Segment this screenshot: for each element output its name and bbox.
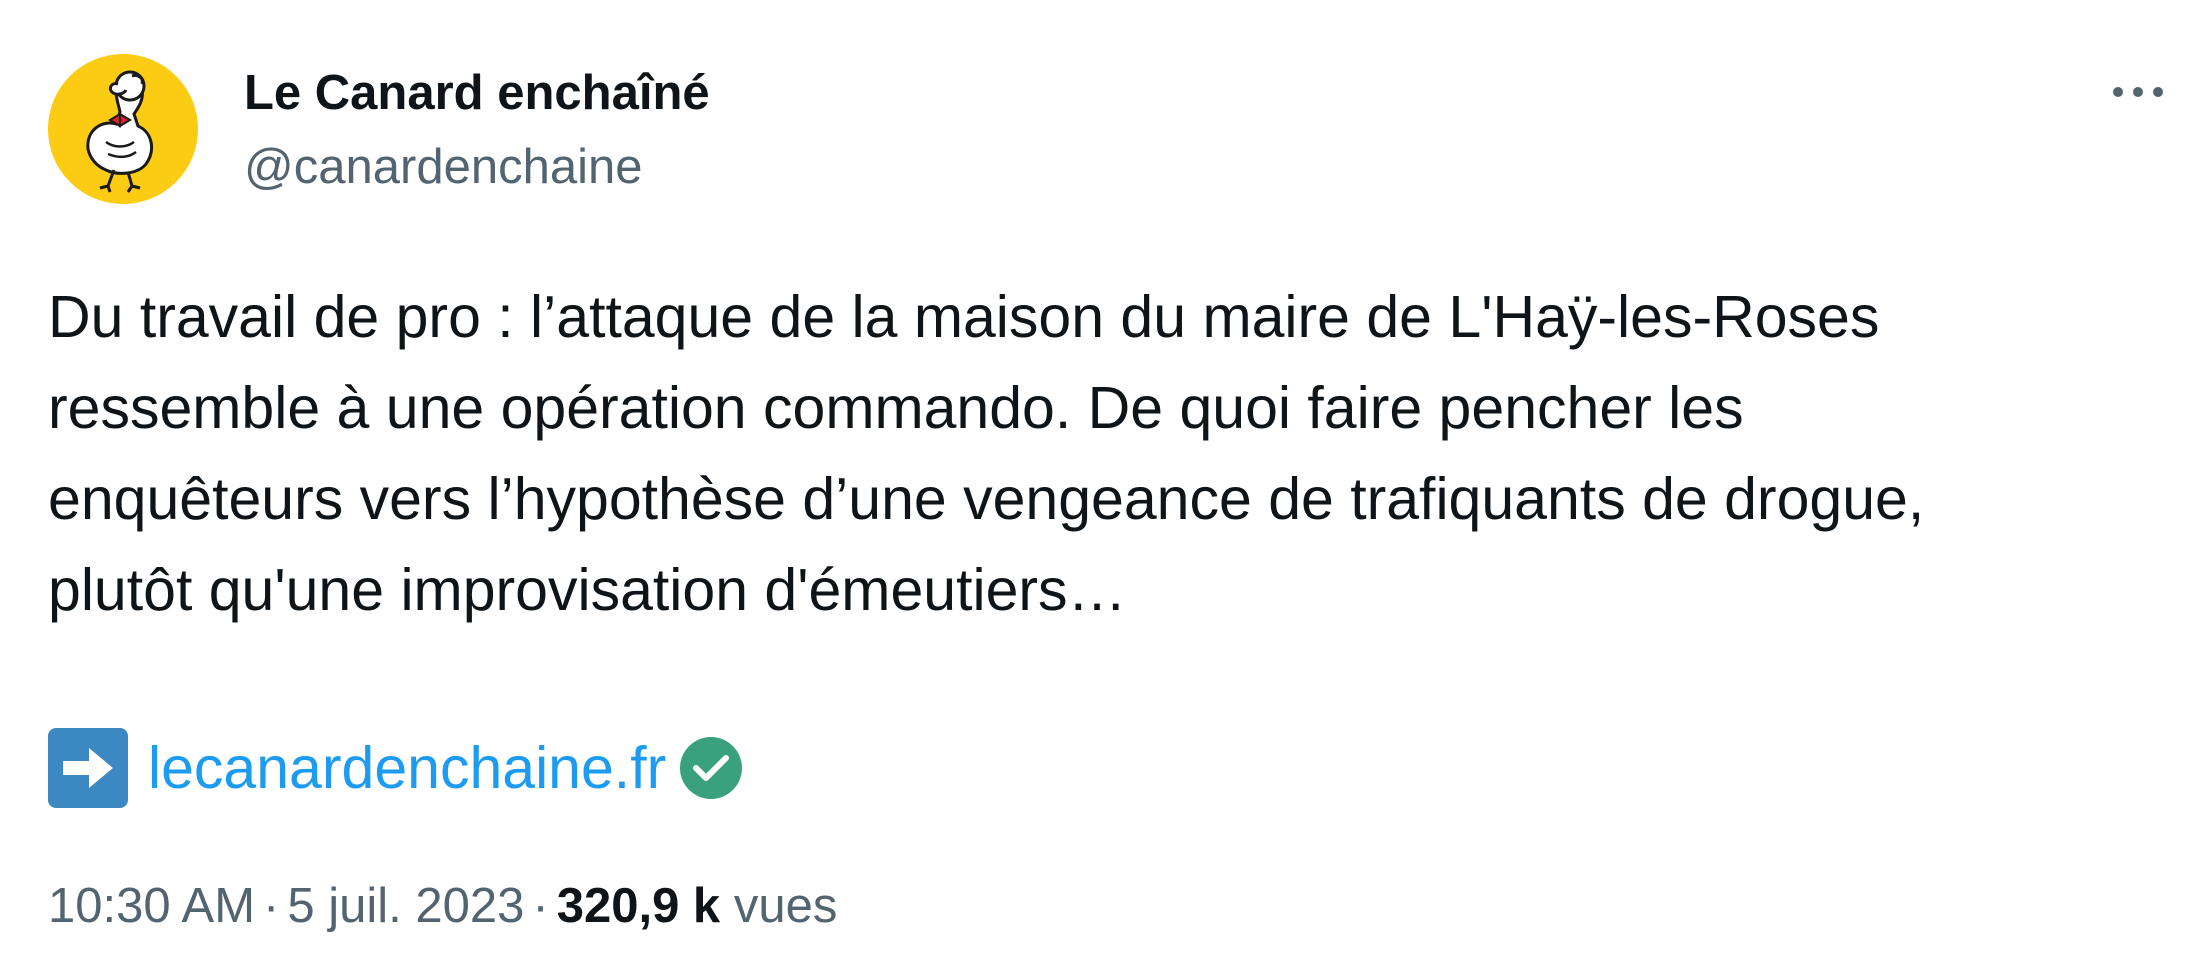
more-options-icon <box>2113 87 2163 97</box>
tweet-date[interactable]: 5 juil. 2023 <box>287 879 524 933</box>
duck-logo-icon <box>48 54 198 204</box>
check-mark-emoji-icon <box>680 737 743 799</box>
more-options-button[interactable] <box>2096 60 2180 124</box>
tweet-link-row: lecanardenchaine.fr <box>48 726 743 810</box>
views-label: vues <box>733 879 838 933</box>
tweet-meta: 10:30 AM · 5 juil. 2023 · 320,9 k vues <box>48 876 837 936</box>
avatar[interactable] <box>48 54 198 204</box>
tweet-link[interactable]: lecanardenchaine.fr <box>148 726 666 810</box>
tweet-card: Le Canard enchaîné @canardenchaine Du tr… <box>0 0 2200 954</box>
meta-separator: · <box>263 879 280 933</box>
tweet-text: Du travail de pro : l’attaque de la mais… <box>48 284 1925 623</box>
author-handle[interactable]: @canardenchaine <box>244 138 642 196</box>
views-count: 320,9 k <box>556 879 721 933</box>
author-display-name[interactable]: Le Canard enchaîné <box>244 64 710 122</box>
tweet-time[interactable]: 10:30 AM <box>48 879 255 933</box>
right-arrow-emoji-icon <box>48 728 128 808</box>
meta-separator: · <box>532 879 549 933</box>
